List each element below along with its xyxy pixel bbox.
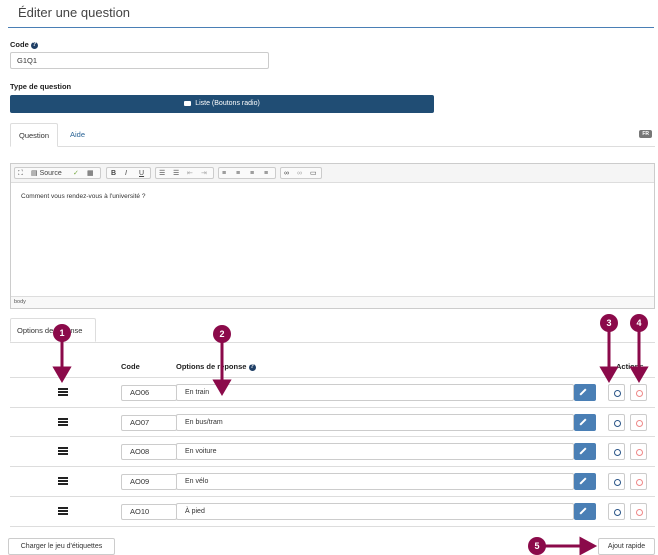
arrow-2-head <box>212 379 232 396</box>
annotation-marker-2: 2 <box>213 325 231 343</box>
annotation-marker-3: 3 <box>600 314 618 332</box>
annotation-arrows <box>52 331 649 555</box>
annotation-marker-5: 5 <box>528 537 546 555</box>
annotation-marker-1: 1 <box>53 324 71 342</box>
arrow-3-head <box>599 366 619 383</box>
arrow-4-head <box>629 366 649 383</box>
arrow-1-head <box>52 366 72 383</box>
annotation-marker-4: 4 <box>630 314 648 332</box>
arrow-5-head <box>579 536 598 555</box>
